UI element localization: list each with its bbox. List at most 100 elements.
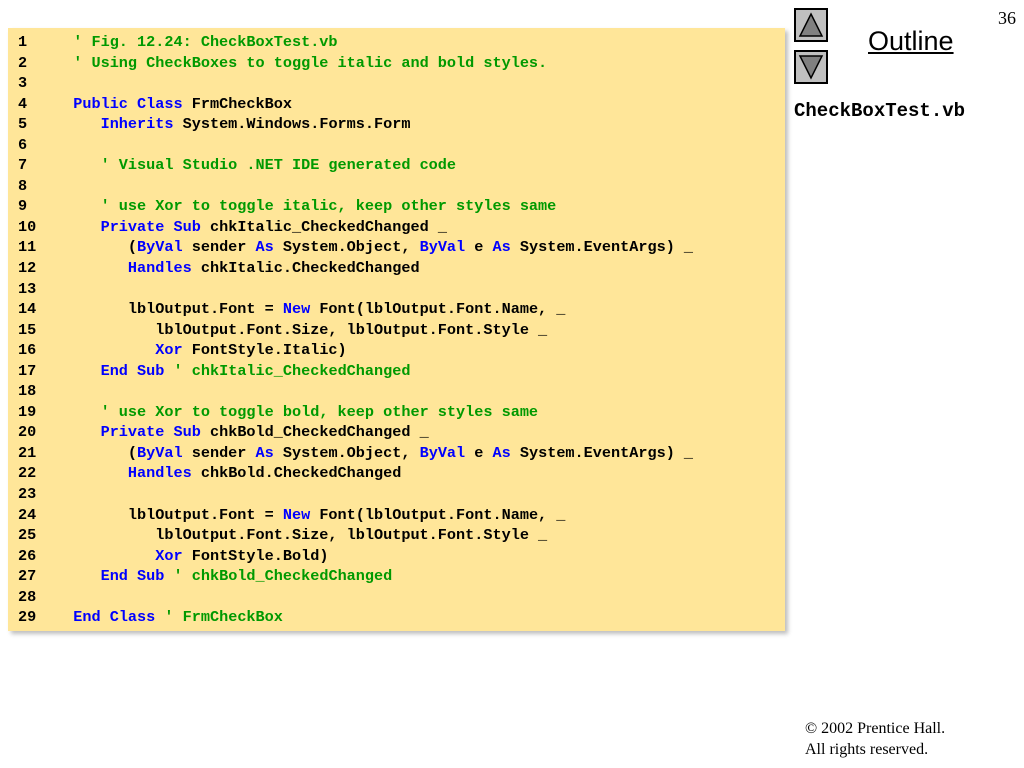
code-token: System.Windows.Forms.Form (173, 115, 411, 134)
code-lines: 1 ' Fig. 12.24: CheckBoxTest.vb 2 ' Using… (18, 32, 781, 628)
code-keyword: As (255, 238, 274, 257)
code-keyword: ByVal (137, 238, 183, 257)
code-token: Font(lblOutput.Font.Name, _ (310, 300, 566, 319)
code-line: 10 Private Sub chkItalic_CheckedChanged … (18, 217, 781, 238)
code-line: 25 lblOutput.Font.Size, lblOutput.Font.S… (18, 525, 781, 546)
code-token: lblOutput.Font = (55, 300, 283, 319)
line-number: 13 (18, 279, 37, 298)
page-number: 36 (998, 8, 1016, 28)
line-number: 4 (18, 94, 28, 113)
code-line: 18 (18, 381, 781, 402)
code-keyword: Public (73, 94, 128, 113)
line-number: 20 (18, 423, 37, 442)
code-text: Handles chkItalic.CheckedChanged (55, 258, 420, 279)
next-slide-button[interactable] (794, 50, 828, 84)
line-number: 3 (18, 74, 28, 93)
code-text: Public Class FrmCheckBox (55, 94, 292, 115)
code-line: 29 End Class ' FrmCheckBox (18, 607, 781, 628)
code-token: chkItalic_CheckedChanged _ (200, 217, 447, 236)
code-keyword: Sub (137, 567, 165, 586)
code-line: 17 End Sub ' chkItalic_CheckedChanged (18, 361, 781, 382)
code-keyword: New (282, 300, 311, 319)
code-line: 21 (ByVal sender As System.Object, ByVal… (18, 443, 781, 464)
code-keyword: Sub (137, 361, 165, 380)
code-listing: 1 ' Fig. 12.24: CheckBoxTest.vb 2 ' Using… (8, 28, 785, 631)
code-line: 6 (18, 135, 781, 156)
code-token: System.EventArgs) _ (510, 443, 694, 462)
code-text: ' Visual Studio .NET IDE generated code (55, 155, 456, 176)
code-keyword: End (73, 608, 101, 627)
code-token: Font(lblOutput.Font.Name, _ (310, 505, 566, 524)
triangle-down-icon (798, 55, 824, 80)
code-keyword: As (255, 443, 274, 462)
outline-link[interactable]: Outline (868, 26, 954, 57)
code-line: 26 Xor FontStyle.Bold) (18, 546, 781, 567)
line-number: 7 (18, 156, 28, 175)
code-text: (ByVal sender As System.Object, ByVal e … (55, 443, 693, 464)
line-number: 14 (18, 300, 37, 319)
code-text: Inherits System.Windows.Forms.Form (55, 114, 411, 135)
code-line: 20 Private Sub chkBold_CheckedChanged _ (18, 422, 781, 443)
code-line: 13 (18, 279, 781, 300)
line-number: 17 (18, 361, 37, 380)
code-text: Handles chkBold.CheckedChanged (55, 463, 401, 484)
code-comment: ' Visual Studio .NET IDE generated code (100, 156, 457, 175)
file-name-label: CheckBoxTest.vb (794, 100, 966, 122)
code-token: System.EventArgs) _ (510, 238, 694, 257)
line-number: 9 (18, 197, 28, 216)
code-line: 7 ' Visual Studio .NET IDE generated cod… (18, 155, 781, 176)
copyright-notice: © 2002 Prentice Hall. All rights reserve… (805, 718, 945, 760)
code-token: sender (182, 238, 256, 257)
code-keyword: Xor (155, 341, 183, 360)
triangle-up-icon (798, 12, 824, 37)
code-line: 12 Handles chkItalic.CheckedChanged (18, 258, 781, 279)
code-token: chkItalic.CheckedChanged (191, 259, 420, 278)
line-number: 1 (18, 33, 28, 51)
code-comment: ' use Xor to toggle bold, keep other sty… (100, 402, 539, 421)
previous-slide-button[interactable] (794, 8, 828, 42)
line-number: 28 (18, 587, 37, 606)
code-token: FontStyle.Bold) (182, 546, 329, 565)
line-number: 6 (18, 135, 28, 154)
code-text: End Class ' FrmCheckBox (55, 607, 283, 628)
code-line: 5 Inherits System.Windows.Forms.Form (18, 114, 781, 135)
line-number: 2 (18, 53, 28, 72)
code-token: lblOutput.Font.Size, lblOutput.Font.Styl… (55, 526, 548, 545)
code-keyword: Sub (173, 423, 201, 442)
code-line: 2 ' Using CheckBoxes to toggle italic an… (18, 53, 781, 74)
code-text: ' use Xor to toggle bold, keep other sty… (55, 402, 538, 423)
code-keyword: Inherits (100, 115, 174, 134)
code-text: lblOutput.Font = New Font(lblOutput.Font… (55, 505, 566, 526)
code-keyword: Private (100, 217, 165, 236)
code-token: FontStyle.Italic) (182, 341, 347, 360)
code-line: 24 lblOutput.Font = New Font(lblOutput.F… (18, 505, 781, 526)
code-line: 16 Xor FontStyle.Italic) (18, 340, 781, 361)
code-text: ' Using CheckBoxes to toggle italic and … (55, 53, 547, 74)
code-comment: ' chkItalic_CheckedChanged (173, 361, 411, 380)
code-token: chkBold_CheckedChanged _ (200, 423, 429, 442)
code-keyword: Sub (173, 217, 201, 236)
line-number: 26 (18, 546, 37, 565)
code-keyword: Xor (155, 546, 183, 565)
code-line: 28 (18, 587, 781, 608)
code-line: 27 End Sub ' chkBold_CheckedChanged (18, 566, 781, 587)
code-token: lblOutput.Font.Size, lblOutput.Font.Styl… (55, 320, 548, 339)
code-keyword: Handles (127, 464, 192, 483)
line-number: 29 (18, 608, 37, 627)
code-line: 23 (18, 484, 781, 505)
code-text: ' use Xor to toggle italic, keep other s… (55, 196, 557, 217)
